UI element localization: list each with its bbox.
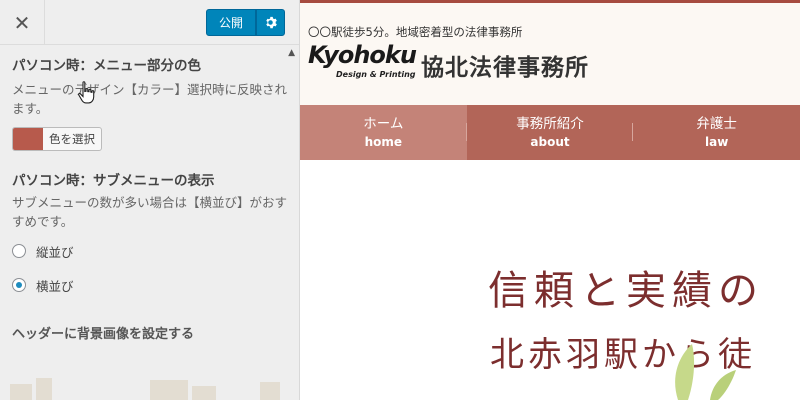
publish-button[interactable]: 公開 [205,9,256,36]
site-logo[interactable]: Kyohoku Design & Printing 協北法律事務所 [308,41,589,85]
submenu-description: サブメニューの数が多い場合は【横並び】がおすすめです。 [12,195,288,229]
select-color-label: 色を選択 [43,128,95,150]
scroll-up-icon[interactable]: ▲ [288,48,295,58]
publish-group: 公開 [205,9,285,36]
customizer-header: ✕ 公開 [0,0,299,45]
header-image-link[interactable]: ヘッダーに背景画像を設定する [12,323,194,342]
close-icon: ✕ [13,10,31,35]
logo-subtext: Design & Printing [336,70,416,79]
radio-label: 横並び [36,278,74,294]
nav-label-en: law [705,134,729,149]
hero-heading: 信頼と実績の [488,268,764,314]
logo-text-jp: 協北法律事務所 [421,55,589,81]
menu-color-title: パソコン時：メニュー部分の色 [12,58,201,74]
global-nav: ホーム home 事務所紹介 about 弁護士 law [300,105,800,160]
nav-label-en: about [530,134,570,149]
logo-text-en: Kyohoku [308,41,417,69]
radio-button[interactable] [12,244,26,258]
submenu-title: パソコン時：サブメニューの表示 [12,173,215,189]
panel-body: パソコン時：メニュー部分の色 メニューのデザイン【カラー】選択時に反映されます。… [12,56,287,295]
nav-label-jp: ホーム [363,115,404,132]
hand-cursor-icon [78,81,95,104]
site-preview: 〇〇駅徒歩5分。地域密着型の法律事務所 Kyohoku Design & Pri… [300,0,800,400]
nav-item-about[interactable]: 事務所紹介 about [467,105,634,160]
city-silhouette-decoration [10,378,280,400]
nav-label-jp: 事務所紹介 [516,115,584,132]
gear-icon [266,16,277,29]
leaf-decoration [675,344,736,400]
customizer-panel: ✕ 公開 ▲ パソコン時：メニュー部分の色 メニューのデザイン【カラー】選択時に… [0,0,300,400]
radio-label: 縦並び [36,244,74,260]
nav-label-en: home [364,134,403,149]
color-swatch [13,128,43,150]
logo-mark: Kyohoku Design & Printing [308,41,417,85]
select-color-button[interactable]: 色を選択 [12,127,102,151]
publish-settings-button[interactable] [256,9,285,36]
nav-label-jp: 弁護士 [696,115,737,132]
close-button[interactable]: ✕ [0,0,45,45]
radio-horizontal[interactable]: 横並び [12,275,287,295]
site-tagline: 〇〇駅徒歩5分。地域密着型の法律事務所 [308,25,523,39]
radio-button-checked[interactable] [12,278,26,292]
site-header: 〇〇駅徒歩5分。地域密着型の法律事務所 Kyohoku Design & Pri… [300,0,800,105]
nav-item-lawyers[interactable]: 弁護士 law [633,105,800,160]
nav-item-home[interactable]: ホーム home [300,105,467,160]
menu-color-description: メニューのデザイン【カラー】選択時に反映されます。 [12,82,288,116]
radio-vertical[interactable]: 縦並び [12,241,287,261]
